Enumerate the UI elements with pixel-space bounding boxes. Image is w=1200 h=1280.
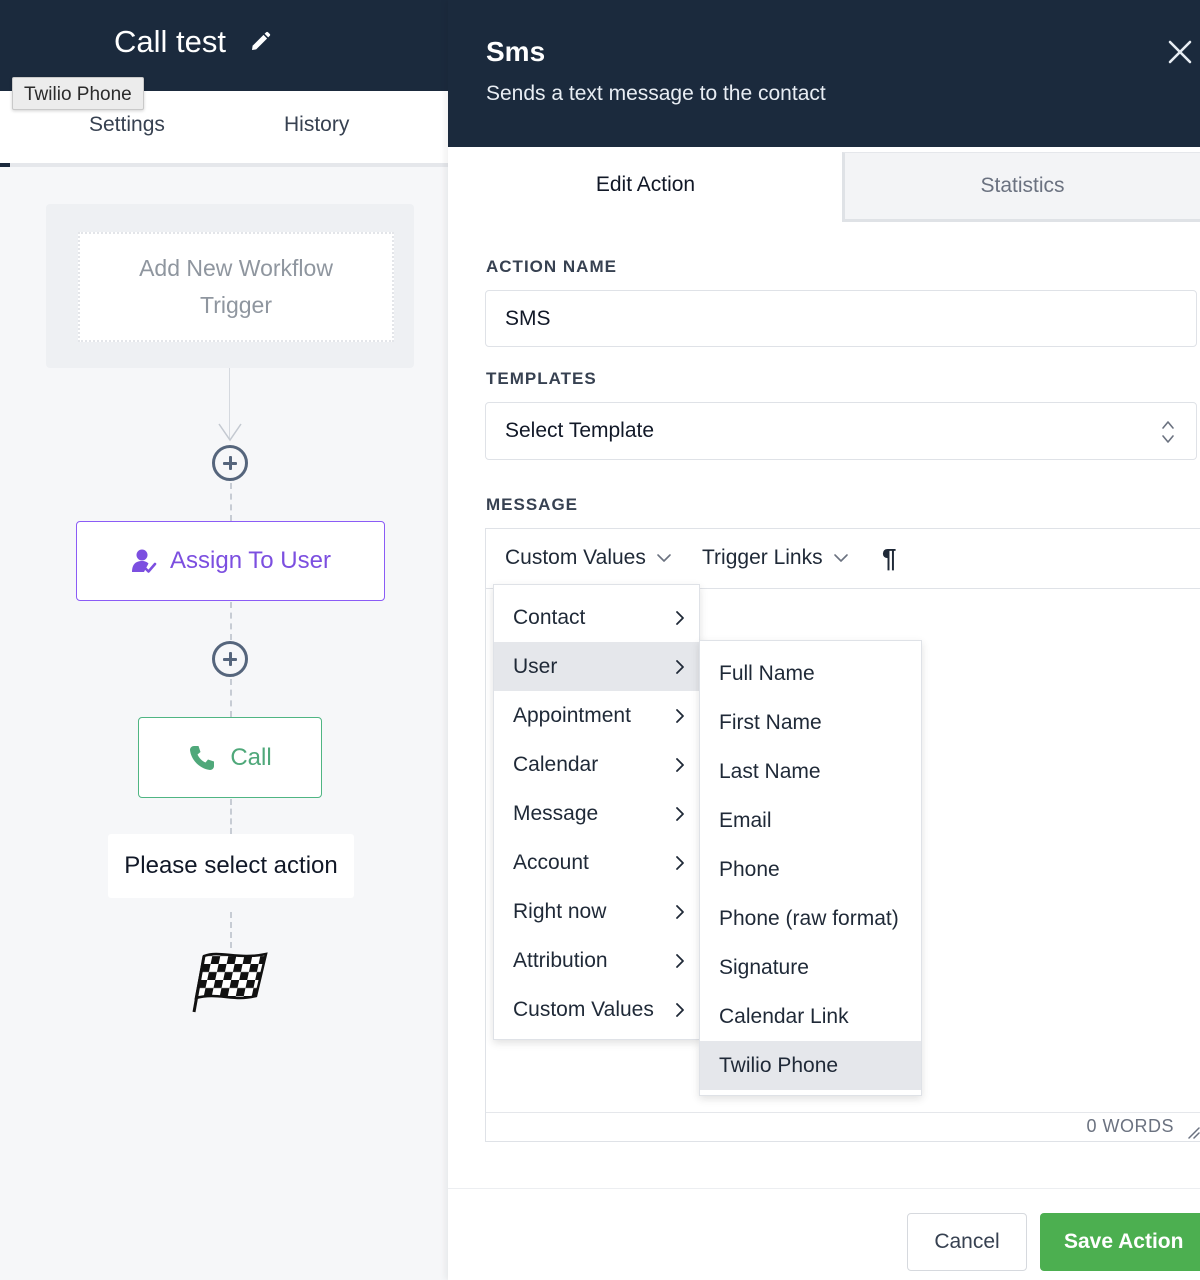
tab-statistics[interactable]: Statistics bbox=[842, 152, 1200, 222]
menu-item-label: Attribution bbox=[513, 948, 608, 972]
add-step-plus-icon[interactable] bbox=[212, 445, 248, 481]
submenu-item-email[interactable]: Email bbox=[700, 796, 921, 845]
cancel-button[interactable]: Cancel bbox=[907, 1213, 1027, 1271]
chevron-down-icon bbox=[657, 554, 671, 562]
submenu-item-calendar-link[interactable]: Calendar Link bbox=[700, 992, 921, 1041]
chevron-right-icon bbox=[676, 856, 684, 870]
submenu-item-phone-raw-format[interactable]: Phone (raw format) bbox=[700, 894, 921, 943]
action-name-input[interactable] bbox=[485, 290, 1197, 347]
add-step-plus-icon[interactable] bbox=[212, 641, 248, 677]
trigger-links-dropdown[interactable]: Trigger Links bbox=[702, 546, 849, 570]
submenu-item-last-name[interactable]: Last Name bbox=[700, 747, 921, 796]
tooltip: Twilio Phone bbox=[12, 77, 144, 110]
checkered-flag-icon bbox=[192, 952, 268, 1013]
user-check-icon bbox=[132, 549, 157, 573]
chevron-right-icon bbox=[676, 611, 684, 625]
select-action-label: Please select action bbox=[124, 852, 338, 879]
chevron-right-icon bbox=[676, 954, 684, 968]
menu-item-label: User bbox=[513, 654, 558, 678]
menu-item-calendar[interactable]: Calendar bbox=[494, 740, 699, 789]
connector-line bbox=[230, 679, 232, 717]
menu-item-label: Custom Values bbox=[513, 997, 654, 1021]
menu-item-label: Account bbox=[513, 850, 589, 874]
tab-history[interactable]: History bbox=[284, 113, 349, 137]
drawer-subtitle: Sends a text message to the contact bbox=[486, 82, 826, 105]
connector-line bbox=[230, 602, 232, 640]
action-name-label: ACTION NAME bbox=[486, 257, 617, 276]
chevron-right-icon bbox=[676, 1003, 684, 1017]
workflow-builder: Call test Twilio Phone Settings History … bbox=[0, 0, 448, 1280]
tab-settings[interactable]: Settings bbox=[89, 113, 165, 137]
editor-status-bar: 0 WORDS bbox=[486, 1112, 1200, 1141]
chevron-right-icon bbox=[676, 660, 684, 674]
template-select[interactable]: Select Template bbox=[485, 402, 1197, 460]
call-node[interactable]: Call bbox=[138, 717, 322, 798]
footer-divider bbox=[448, 1188, 1200, 1189]
chevron-right-icon bbox=[676, 905, 684, 919]
connector-line bbox=[230, 799, 232, 834]
menu-item-label: Appointment bbox=[513, 703, 631, 727]
add-trigger-button[interactable]: Add New Workflow Trigger bbox=[78, 232, 394, 342]
menu-item-contact[interactable]: Contact bbox=[494, 593, 699, 642]
template-select-value: Select Template bbox=[505, 419, 655, 442]
menu-item-label: Message bbox=[513, 801, 599, 825]
templates-label: TEMPLATES bbox=[486, 369, 597, 388]
submenu-item-phone[interactable]: Phone bbox=[700, 845, 921, 894]
paragraph-icon[interactable]: ¶ bbox=[882, 543, 896, 574]
custom-values-label: Custom Values bbox=[505, 546, 646, 569]
drawer-header: Sms Sends a text message to the contact bbox=[448, 0, 1200, 147]
menu-item-custom-values[interactable]: Custom Values bbox=[494, 985, 699, 1034]
user-submenu: Full Name First Name Last Name Email Phone Ph… bbox=[699, 640, 922, 1096]
assign-to-user-node[interactable]: Assign To User bbox=[76, 521, 385, 601]
workflow-title: Call test bbox=[114, 24, 226, 59]
phone-icon bbox=[190, 745, 215, 770]
chevron-down-icon bbox=[833, 554, 848, 562]
menu-item-user[interactable]: User bbox=[494, 642, 699, 691]
menu-item-appointment[interactable]: Appointment bbox=[494, 691, 699, 740]
chevron-right-icon bbox=[676, 807, 684, 821]
connector-line bbox=[230, 912, 232, 948]
chevron-right-icon bbox=[676, 758, 684, 772]
arrow-down-icon bbox=[218, 423, 242, 442]
tab-edit-action[interactable]: Edit Action bbox=[448, 147, 843, 222]
menu-item-account[interactable]: Account bbox=[494, 838, 699, 887]
submenu-item-signature[interactable]: Signature bbox=[700, 943, 921, 992]
tab-underline bbox=[0, 163, 10, 167]
menu-item-label: Contact bbox=[513, 605, 586, 629]
message-label: MESSAGE bbox=[486, 495, 579, 514]
custom-values-dropdown[interactable]: Custom Values bbox=[505, 546, 672, 570]
trigger-links-label: Trigger Links bbox=[702, 546, 823, 569]
drawer-title: Sms bbox=[486, 36, 546, 67]
chevron-right-icon bbox=[676, 709, 684, 723]
menu-item-right-now[interactable]: Right now bbox=[494, 887, 699, 936]
custom-values-menu: Contact User Appointment Calendar Message Acc… bbox=[493, 584, 700, 1040]
editor-toolbar: Custom Values Trigger Links ¶ bbox=[486, 529, 1200, 589]
word-count: 0 WORDS bbox=[1086, 1116, 1174, 1136]
call-label: Call bbox=[230, 743, 272, 771]
menu-item-label: Right now bbox=[513, 899, 607, 923]
menu-item-message[interactable]: Message bbox=[494, 789, 699, 838]
resize-handle-icon[interactable] bbox=[1186, 1125, 1200, 1139]
menu-item-attribution[interactable]: Attribution bbox=[494, 936, 699, 985]
trigger-container: Add New Workflow Trigger bbox=[46, 204, 414, 368]
menu-item-label: Calendar bbox=[513, 752, 599, 776]
assign-to-user-label: Assign To User bbox=[170, 547, 331, 574]
connector-line bbox=[230, 483, 232, 521]
submenu-item-first-name[interactable]: First Name bbox=[700, 698, 921, 747]
save-action-button[interactable]: Save Action bbox=[1040, 1213, 1200, 1271]
chevron-up-down-icon bbox=[1162, 421, 1174, 443]
select-action-node[interactable]: Please select action bbox=[108, 834, 354, 898]
submenu-item-full-name[interactable]: Full Name bbox=[700, 649, 921, 698]
submenu-item-twilio-phone[interactable]: Twilio Phone bbox=[700, 1041, 921, 1090]
add-trigger-label: Add New Workflow Trigger bbox=[139, 255, 333, 318]
close-icon[interactable] bbox=[1166, 38, 1194, 66]
pencil-icon[interactable] bbox=[248, 30, 272, 54]
